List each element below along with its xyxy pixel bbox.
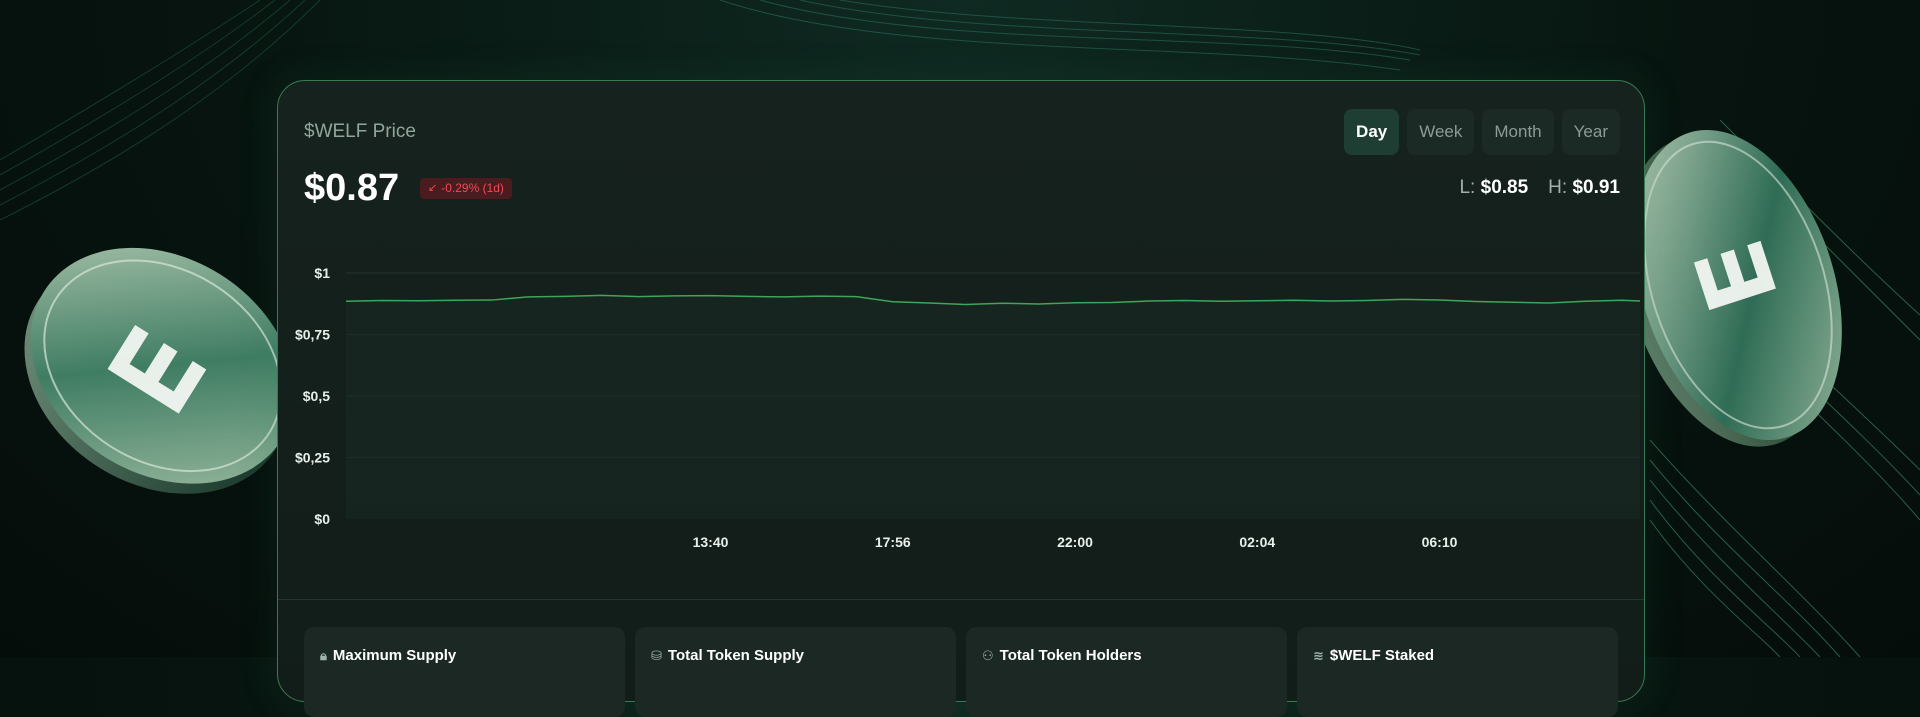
tab-day[interactable]: Day [1344,109,1400,155]
stat-label: Total Token Holders [999,647,1142,664]
high-value: $0.91 [1572,177,1620,198]
price-line-chart: $0 $0,25 $0,5 $0,75 $1 13:40 17:56 22:00 02:04 06… [295,265,1641,550]
stat-label: Maximum Supply [332,647,457,664]
y-tick-label: $0,75 [295,327,330,343]
price-card: $WELF Price $0.87 ↙ -0.29% (1d) Day Week… [277,80,1645,717]
area-fill [346,295,1640,519]
stat-total-token-supply: ⛁ Total Token Supply [635,627,956,717]
lock-icon: 🔒︎ [320,648,327,663]
tab-week[interactable]: Week [1407,109,1475,155]
stats-row: 🔒︎ Maximum Supply ⛁ Total Token Supply ⚇… [304,627,1618,717]
y-tick-label: $0 [314,511,330,527]
stat-label: Total Token Supply [667,647,805,664]
layers-icon: ≋ [1313,648,1324,663]
stat-maximum-supply: 🔒︎ Maximum Supply [304,627,625,717]
card-divider [278,599,1644,600]
x-tick-label: 17:56 [875,534,911,550]
arrow-down-left-icon: ↙ [428,182,438,194]
current-price: $0.87 [304,167,400,209]
price-change-text: -0.29% (1d) [441,181,504,195]
low-label: L: [1459,177,1476,198]
coins-icon: ⛁ [651,648,662,663]
price-change-badge: ↙ -0.29% (1d) [420,178,512,199]
stat-total-token-holders: ⚇ Total Token Holders [966,627,1287,717]
x-tick-label: 06:10 [1422,534,1458,550]
left-coin-illustration [24,247,295,494]
y-tick-label: $0,25 [295,450,330,466]
users-icon: ⚇ [982,648,994,663]
high-label: H: [1548,177,1568,198]
low-value: $0.85 [1480,177,1529,198]
x-tick-label: 13:40 [693,534,729,550]
right-coin-illustration [1623,129,1842,447]
y-tick-label: $0,5 [303,388,330,404]
timeframe-tabs: Day Week Month Year [1344,109,1620,155]
card-title: $WELF Price [304,121,416,142]
stat-label: $WELF Staked [1329,647,1435,664]
tab-month[interactable]: Month [1482,109,1554,155]
x-tick-label: 22:00 [1057,534,1093,550]
stat-welf-staked: ≋ $WELF Staked [1297,627,1618,717]
low-high-summary: L: $0.85 H: $0.91 [1459,177,1620,199]
tab-year[interactable]: Year [1561,109,1620,155]
y-tick-label: $1 [314,265,330,281]
x-tick-label: 02:04 [1239,534,1275,550]
